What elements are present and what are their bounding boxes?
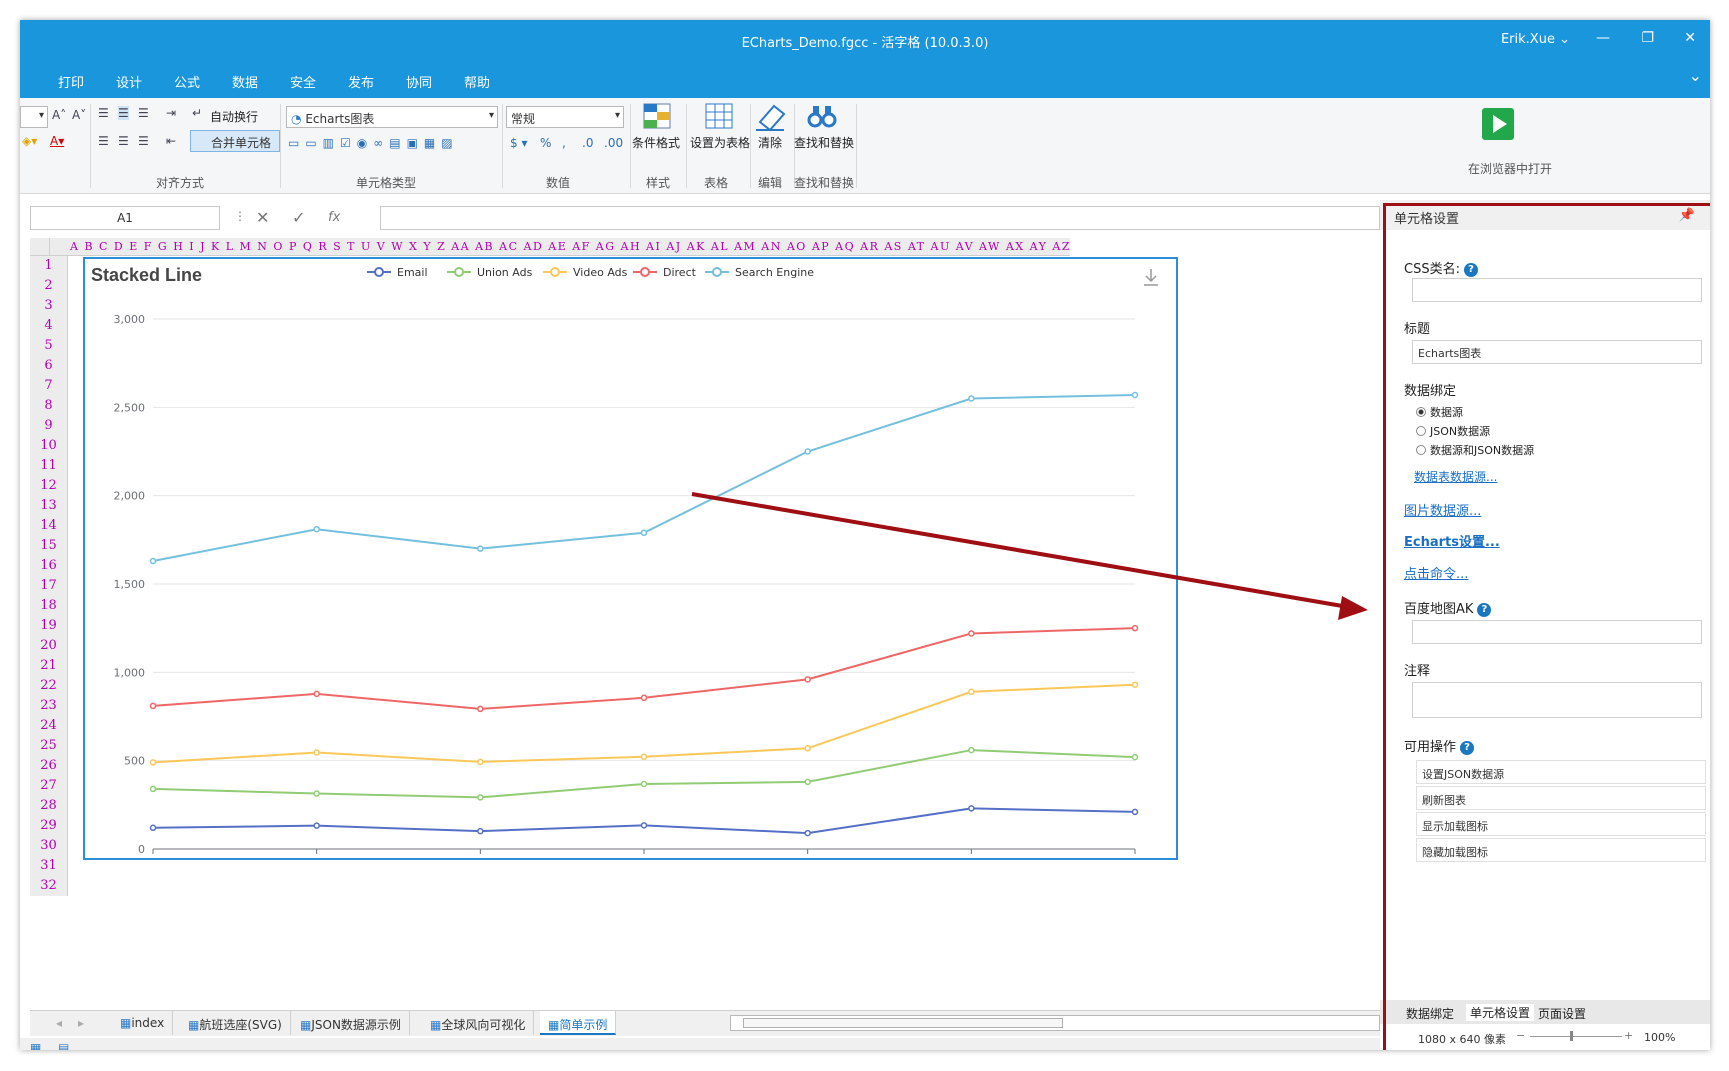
- annotation-arrow-layer: [691, 492, 1368, 620]
- annotation-arrow: [691, 492, 1355, 610]
- app-window: ECharts_Demo.fgcc - 活字格 (10.0.3.0) Erik.…: [20, 20, 1710, 1050]
- arrow-head-icon: [1338, 596, 1368, 620]
